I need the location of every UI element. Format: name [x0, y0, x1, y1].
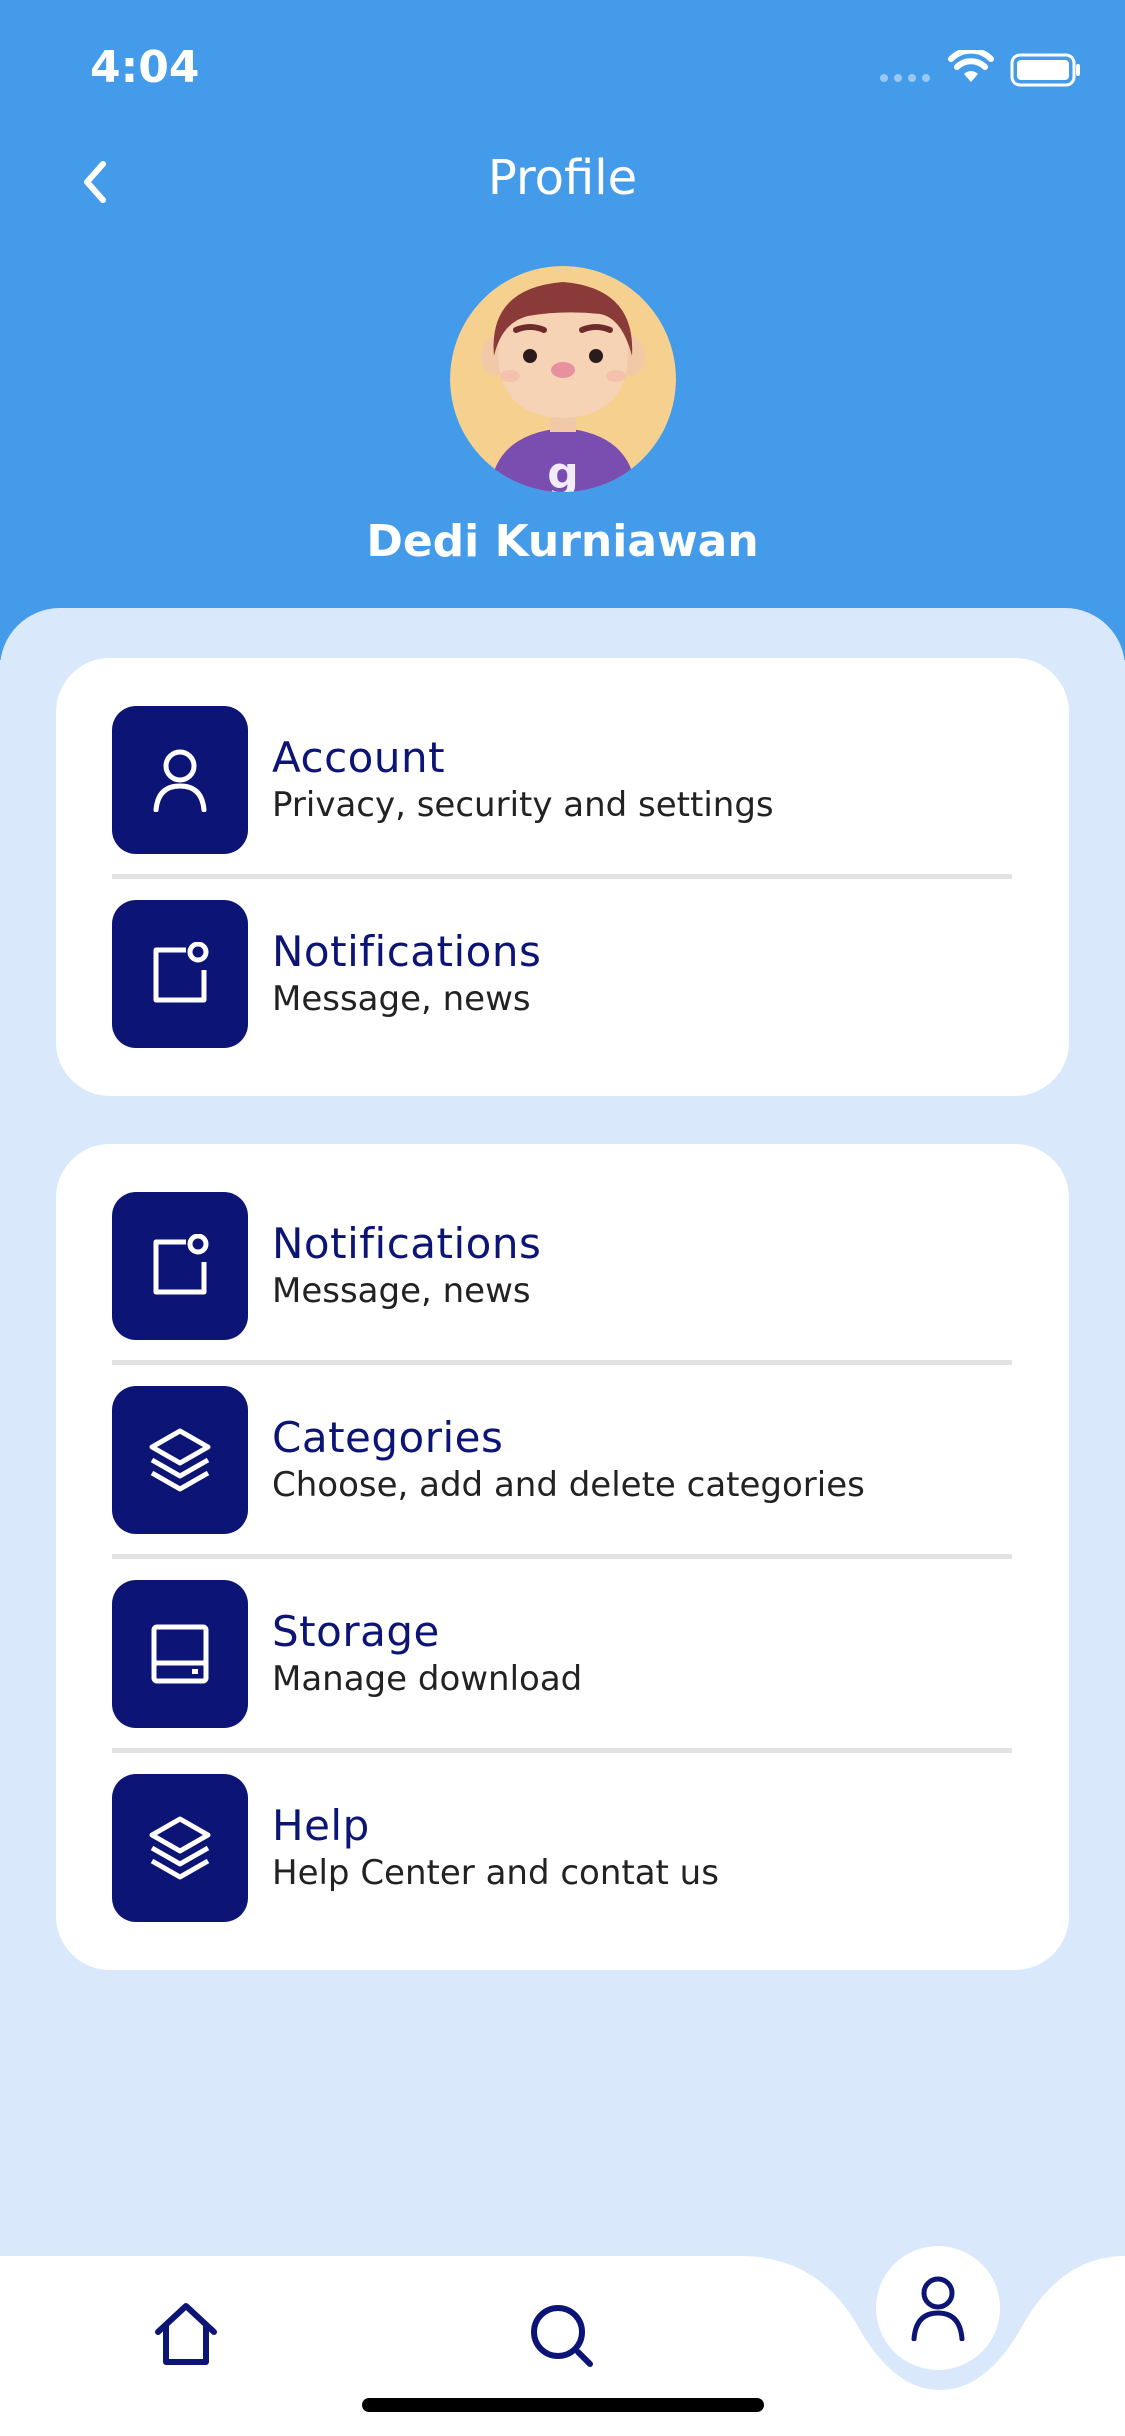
tab-home[interactable]: [150, 2298, 222, 2370]
menu-item-notifications[interactable]: Notifications Message, news: [112, 1192, 1012, 1340]
svg-text:g: g: [547, 448, 579, 492]
storage-icon: [112, 1580, 248, 1728]
divider: [112, 1748, 1012, 1753]
menu-item-title: Storage: [272, 1607, 440, 1656]
avatar[interactable]: g: [450, 266, 676, 492]
menu-item-subtitle: Message, news: [272, 1271, 531, 1311]
battery-icon: [1010, 53, 1080, 87]
menu-item-title: Account: [272, 733, 446, 782]
cellular-signal-icon: [880, 74, 930, 82]
home-indicator: [362, 2398, 764, 2412]
menu-item-categories[interactable]: Categories Choose, add and delete catego…: [112, 1386, 1012, 1534]
menu-item-title: Notifications: [272, 1219, 542, 1268]
menu-item-subtitle: Message, news: [272, 979, 531, 1019]
settings-card-primary: Account Privacy, security and settings N…: [56, 658, 1069, 1096]
status-time: 4:04: [90, 42, 200, 93]
menu-item-title: Help: [272, 1801, 370, 1850]
menu-item-subtitle: Choose, add and delete categories: [272, 1465, 865, 1505]
menu-item-title: Notifications: [272, 927, 542, 976]
user-icon: [911, 2276, 965, 2341]
divider: [112, 874, 1012, 879]
menu-item-subtitle: Privacy, security and settings: [272, 785, 774, 825]
search-icon: [531, 2305, 593, 2367]
status-bar: 4:04: [0, 0, 1125, 132]
user-name: Dedi Kurniawan: [366, 516, 759, 567]
menu-item-subtitle: Manage download: [272, 1659, 583, 1699]
menu-item-notifications[interactable]: Notifications Message, news: [112, 900, 1012, 1048]
notification-icon: [112, 1192, 248, 1340]
menu-item-account[interactable]: Account Privacy, security and settings: [112, 706, 1012, 854]
home-icon: [155, 2303, 217, 2365]
tab-search[interactable]: [526, 2300, 598, 2372]
user-icon: [112, 706, 248, 854]
menu-item-storage[interactable]: Storage Manage download: [112, 1580, 1012, 1728]
divider: [112, 1554, 1012, 1559]
layers-icon: [112, 1386, 248, 1534]
notification-icon: [112, 900, 248, 1048]
menu-item-help[interactable]: Help Help Center and contat us: [112, 1774, 1012, 1922]
page-title: Profile: [487, 150, 638, 206]
divider: [112, 1360, 1012, 1365]
settings-card-secondary: Notifications Message, news Categories C…: [56, 1144, 1069, 1970]
profile-header: 4:04 Profile g Dedi Kurniawan: [0, 0, 1125, 660]
menu-item-title: Categories: [272, 1413, 504, 1462]
wifi-icon: [948, 50, 994, 82]
layers-icon: [112, 1774, 248, 1922]
tab-profile[interactable]: [876, 2246, 1000, 2370]
menu-item-subtitle: Help Center and contat us: [272, 1853, 719, 1893]
